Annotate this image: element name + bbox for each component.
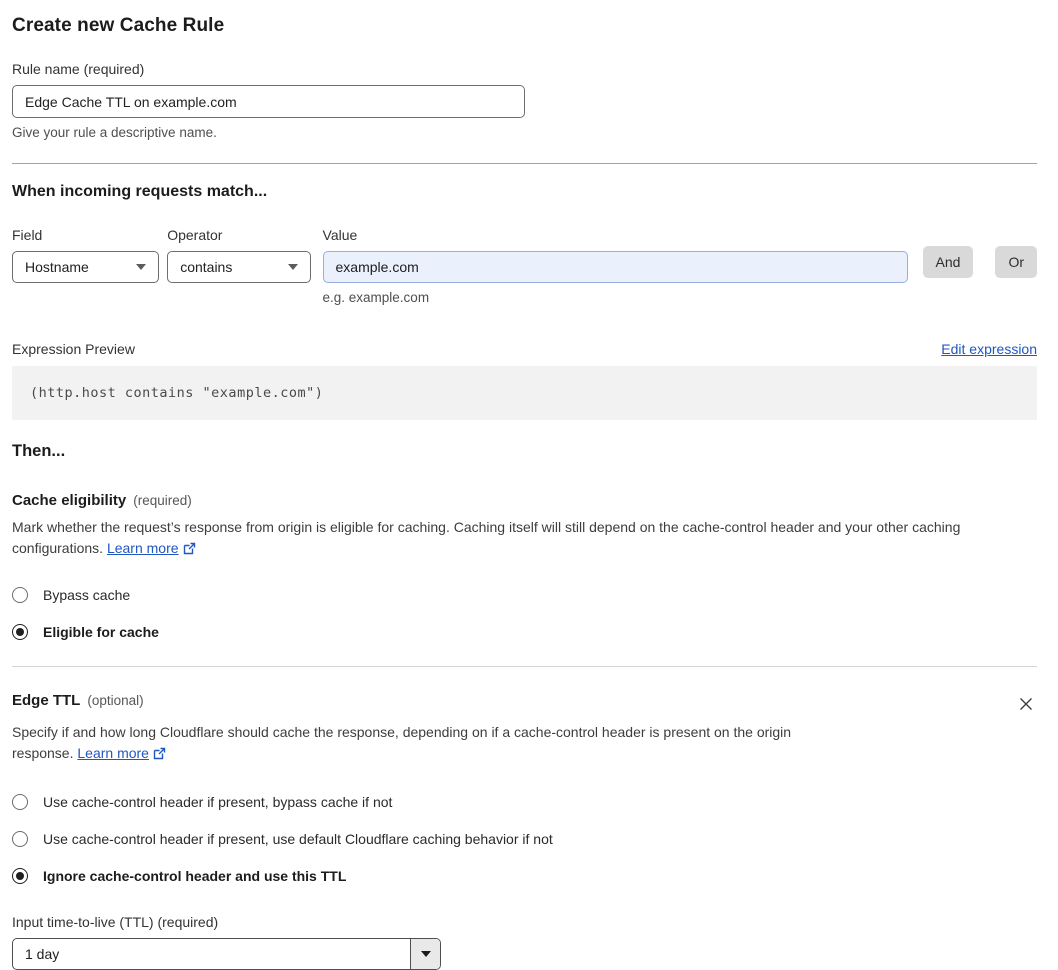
edge-ttl-heading: Edge TTL — [12, 692, 81, 709]
radio-icon[interactable] — [12, 831, 28, 847]
ttl-select-value: 1 day — [25, 946, 60, 962]
create-cache-rule-form: Create new Cache Rule Rule name (require… — [0, 0, 1058, 970]
radio-option-use-header-bypass[interactable]: Use cache-control header if present, byp… — [12, 794, 1037, 810]
radio-label: Eligible for cache — [43, 624, 159, 640]
divider — [12, 666, 1037, 667]
radio-option-eligible-for-cache[interactable]: Eligible for cache — [12, 624, 1037, 640]
match-heading: When incoming requests match... — [12, 183, 268, 200]
radio-icon[interactable] — [12, 794, 28, 810]
ttl-input-label: Input time-to-live (TTL) (required) — [12, 914, 219, 930]
learn-more-link[interactable]: Learn more — [77, 745, 149, 761]
external-link-icon — [183, 540, 196, 561]
radio-label: Use cache-control header if present, byp… — [43, 794, 393, 810]
radio-icon[interactable] — [12, 587, 28, 603]
field-select[interactable]: Hostname — [12, 251, 160, 283]
expression-header: Expression Preview Edit expression — [12, 341, 1037, 357]
optional-badge: (optional) — [87, 693, 144, 708]
edge-ttl-section: Edge TTL (optional) Specify if and how l… — [12, 692, 1037, 970]
edge-ttl-description: Specify if and how long Cloudflare shoul… — [12, 722, 850, 766]
or-button[interactable]: Or — [995, 246, 1037, 278]
ttl-dropdown-button[interactable] — [410, 939, 440, 969]
radio-label: Use cache-control header if present, use… — [43, 831, 553, 847]
required-badge: (required) — [133, 493, 192, 508]
learn-more-link[interactable]: Learn more — [107, 540, 179, 556]
value-label: Value — [322, 227, 358, 243]
radio-option-ignore-header-ttl[interactable]: Ignore cache-control header and use this… — [12, 868, 1037, 884]
external-link-icon — [153, 745, 166, 766]
divider — [12, 163, 1037, 164]
then-heading: Then... — [12, 442, 66, 460]
edit-expression-link[interactable]: Edit expression — [941, 341, 1037, 357]
page-title: Create new Cache Rule — [12, 15, 225, 36]
rule-name-section: Rule name (required) Give your rule a de… — [12, 61, 1037, 140]
cache-eligibility-section: Cache eligibility (required) Mark whethe… — [12, 492, 1037, 640]
ttl-select[interactable]: 1 day — [12, 938, 441, 970]
cache-eligibility-description: Mark whether the request’s response from… — [12, 517, 1037, 561]
radio-label: Ignore cache-control header and use this… — [43, 868, 347, 884]
cache-eligibility-heading: Cache eligibility — [12, 492, 127, 509]
radio-option-use-header-default[interactable]: Use cache-control header if present, use… — [12, 831, 1037, 847]
field-select-value: Hostname — [25, 259, 89, 275]
expression-preview-label: Expression Preview — [12, 341, 135, 357]
chevron-down-icon — [136, 264, 147, 270]
and-button[interactable]: And — [922, 246, 974, 278]
connector-buttons: And Or — [922, 246, 1037, 278]
operator-select[interactable]: contains — [167, 251, 311, 283]
rule-name-label: Rule name (required) — [12, 61, 145, 77]
radio-selected-icon[interactable] — [12, 868, 28, 884]
match-row: Field Hostname Operator contains Value e… — [12, 227, 1037, 305]
field-label: Field — [12, 227, 43, 243]
radio-selected-icon[interactable] — [12, 624, 28, 640]
radio-label: Bypass cache — [43, 587, 131, 603]
operator-label: Operator — [167, 227, 223, 243]
rule-name-helper: Give your rule a descriptive name. — [12, 125, 217, 140]
expression-code: (http.host contains "example.com") — [12, 366, 1037, 420]
chevron-down-icon — [287, 264, 298, 270]
rule-name-input[interactable] — [12, 85, 525, 118]
operator-select-value: contains — [180, 259, 233, 275]
value-input[interactable] — [322, 251, 908, 283]
value-helper: e.g. example.com — [322, 290, 430, 305]
radio-option-bypass-cache[interactable]: Bypass cache — [12, 587, 1037, 603]
close-icon[interactable] — [1016, 694, 1036, 714]
